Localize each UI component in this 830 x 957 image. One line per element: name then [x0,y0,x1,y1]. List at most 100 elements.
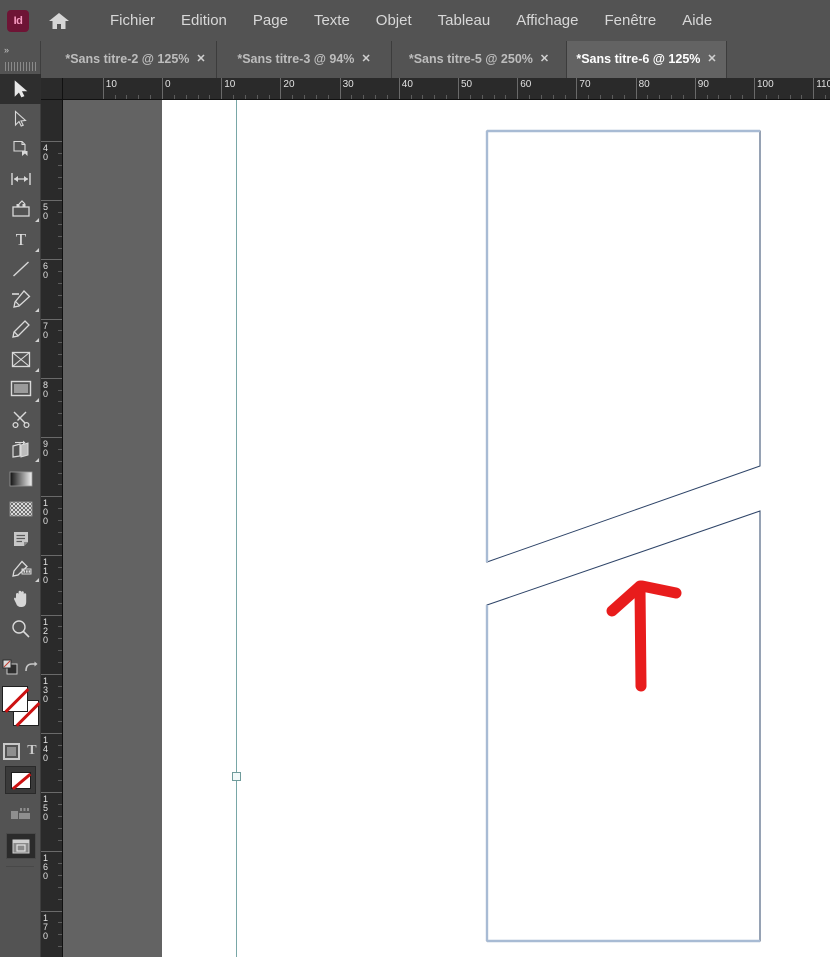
zoom-tool[interactable] [0,614,41,644]
ruler-label: 0 [165,79,171,90]
document-tab-3[interactable]: *Sans titre-5 @ 250% ✕ [392,41,567,78]
ruler-major-tick [41,910,62,912]
flyout-arrow-icon [35,308,39,312]
document-tabs: *Sans titre-2 @ 125% ✕ *Sans titre-3 @ 94%… [55,41,830,78]
ruler-minor-tick [327,95,329,99]
flyout-arrow-icon [35,368,39,372]
ruler-minor-tick [58,898,62,900]
ruler-minor-tick [58,484,62,486]
horizontal-ruler[interactable]: 100102030405060708090100110 [63,78,830,100]
ruler-label: 110 [43,557,49,586]
fill-swatch[interactable] [2,686,30,713]
hand-tool[interactable] [0,584,41,614]
ruler-minor-tick [58,389,62,391]
tab-close-icon[interactable]: ✕ [196,54,205,65]
ruler-origin-corner[interactable] [41,78,63,100]
type-tool[interactable]: T [0,224,41,254]
ruler-minor-tick [540,95,542,99]
eyedropper-tool[interactable] [0,554,41,584]
ruler-minor-tick [410,95,412,99]
flyout-arrow-icon [35,248,39,252]
home-icon[interactable] [43,5,75,37]
content-collector-tool[interactable] [0,194,41,224]
fill-stroke-swatches[interactable] [0,682,41,738]
ruler-label: 110 [816,79,830,90]
menu-item-page[interactable]: Page [240,9,301,32]
ruler-minor-tick [58,413,62,415]
ruler-minor-tick [58,212,62,214]
document-canvas[interactable] [63,100,830,957]
pen-tool[interactable] [0,284,41,314]
preview-view-mode-button[interactable] [0,830,41,862]
ruler-minor-tick [58,294,62,296]
ruler-minor-tick [552,95,554,99]
document-tab-1[interactable]: *Sans titre-2 @ 125% ✕ [55,41,217,78]
swap-fill-stroke-icon[interactable] [2,659,18,675]
gradient-swatch-tool[interactable] [0,464,41,494]
page-tool[interactable] [0,134,41,164]
menu-item-tableau[interactable]: Tableau [425,9,504,32]
ruler-minor-tick [58,365,62,367]
ruler-label: 80 [638,79,650,90]
ruler-minor-tick [58,579,62,581]
ruler-minor-tick [58,306,62,308]
ruler-minor-tick [58,780,62,782]
ruler-major-tick [41,614,62,616]
free-transform-tool[interactable] [0,434,41,464]
formatting-affects-text-icon[interactable]: T [27,743,36,759]
ruler-minor-tick [58,508,62,510]
document-tab-bar: *Sans titre-2 @ 125% ✕ *Sans titre-3 @ 94%… [0,41,830,78]
ruler-minor-tick [58,815,62,817]
note-tool[interactable] [0,524,41,554]
menu-item-aide[interactable]: Aide [669,9,725,32]
ruler-minor-tick [58,685,62,687]
ruler-minor-tick [292,95,294,99]
ruler-major-tick [41,318,62,320]
line-tool[interactable] [0,254,41,284]
ruler-minor-tick [647,95,649,99]
flyout-arrow-icon [35,578,39,582]
ruler-label: 10 [224,79,236,90]
tab-close-icon[interactable]: ✕ [707,54,716,65]
panel-drag-handle[interactable] [0,58,40,74]
tab-close-icon[interactable]: ✕ [540,54,549,65]
collapse-panel-button[interactable]: » [0,41,40,58]
ruler-minor-tick [150,95,152,99]
direct-selection-tool[interactable] [0,104,41,134]
formatting-affects-container-icon[interactable] [3,742,21,760]
document-tab-2[interactable]: *Sans titre-3 @ 94% ✕ [217,41,392,78]
ruler-major-tick [41,555,62,557]
scissors-tool[interactable] [0,404,41,434]
frame-tool[interactable] [0,344,41,374]
ruler-label: 60 [43,261,49,281]
apply-none-button[interactable] [0,764,41,798]
selection-tool[interactable] [0,74,41,104]
gradient-feather-tool[interactable] [0,494,41,524]
document-tab-4[interactable]: *Sans titre-6 @ 125% ✕ [567,41,727,78]
menu-item-edition[interactable]: Edition [168,9,240,32]
tab-close-icon[interactable]: ✕ [361,54,370,65]
rectangle-tool[interactable] [0,374,41,404]
menu-item-fichier[interactable]: Fichier [97,9,168,32]
ruler-minor-tick [58,531,62,533]
flyout-arrow-icon [35,458,39,462]
pencil-tool[interactable] [0,314,41,344]
ruler-label: 60 [520,79,532,90]
ruler-minor-tick [706,95,708,99]
ruler-minor-tick [58,330,62,332]
normal-view-mode-button[interactable] [0,798,41,830]
menu-item-fentre[interactable]: Fenêtre [591,9,669,32]
ruler-minor-tick [481,95,483,99]
vertical-ruler[interactable]: 40 50 60 70 80 90 100 110 120 130 140 150 160 170 [41,100,63,957]
tool-spacer [0,644,40,652]
ruler-minor-tick [58,839,62,841]
indesign-logo: Id [7,9,29,32]
default-fill-stroke-icon[interactable] [23,660,39,674]
ruler-minor-tick [505,95,507,99]
menu-item-objet[interactable]: Objet [363,9,425,32]
gap-tool[interactable] [0,164,41,194]
menu-item-texte[interactable]: Texte [301,9,363,32]
ruler-minor-tick [351,95,353,99]
menu-item-affichage[interactable]: Affichage [503,9,591,32]
ruler-minor-tick [58,448,62,450]
